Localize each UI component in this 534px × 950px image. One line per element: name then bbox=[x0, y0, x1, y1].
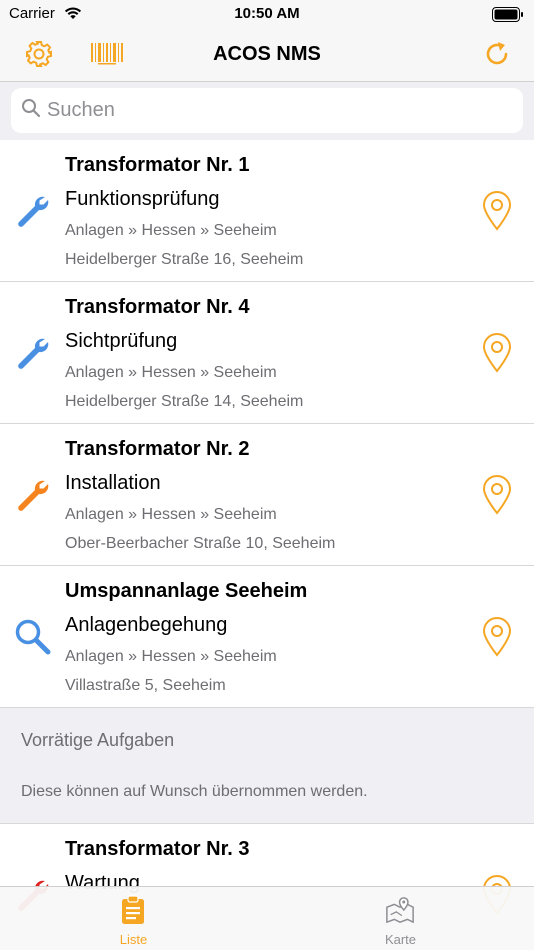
section-title: Vorrätige Aufgaben bbox=[21, 730, 175, 750]
location-pin-icon[interactable] bbox=[480, 331, 514, 375]
magnifier-icon bbox=[14, 618, 52, 656]
list-item[interactable]: Umspannanlage Seeheim Anlagenbegehung An… bbox=[0, 566, 534, 708]
item-title: Transformator Nr. 4 bbox=[65, 296, 250, 318]
search-bar bbox=[0, 82, 534, 140]
item-task: Installation bbox=[65, 472, 161, 494]
item-title: Transformator Nr. 3 bbox=[65, 838, 250, 860]
list-item[interactable]: Transformator Nr. 2 Installation Anlagen… bbox=[0, 424, 534, 566]
refresh-button[interactable] bbox=[480, 39, 514, 73]
location-pin-icon[interactable] bbox=[480, 473, 514, 517]
search-field[interactable] bbox=[11, 88, 523, 133]
status-bar: Carrier 10:50 AM bbox=[0, 0, 534, 30]
item-address: Villastraße 5, Seeheim bbox=[65, 677, 226, 694]
item-title: Transformator Nr. 2 bbox=[65, 438, 250, 460]
item-title: Umspannanlage Seeheim bbox=[65, 580, 308, 602]
search-input[interactable] bbox=[47, 99, 507, 122]
item-path: Anlagen » Hessen » Seeheim bbox=[65, 222, 277, 239]
clock: 10:50 AM bbox=[234, 5, 300, 22]
wrench-icon bbox=[14, 476, 52, 514]
task-list: Transformator Nr. 1 Funktionsprüfung Anl… bbox=[0, 140, 534, 950]
item-address: Ober-Beerbacher Straße 10, Seeheim bbox=[65, 535, 336, 552]
item-task: Sichtprüfung bbox=[65, 330, 178, 352]
item-path: Anlagen » Hessen » Seeheim bbox=[65, 364, 277, 381]
map-icon bbox=[385, 895, 415, 925]
tab-label: Liste bbox=[119, 932, 148, 947]
section-note: Diese können auf Wunsch übernommen werde… bbox=[21, 783, 368, 800]
tab-bar: Liste Karte bbox=[0, 886, 534, 950]
battery-icon bbox=[492, 7, 524, 27]
list-item[interactable]: Transformator Nr. 4 Sichtprüfung Anlagen… bbox=[0, 282, 534, 424]
clipboard-icon bbox=[118, 895, 148, 925]
location-pin-icon[interactable] bbox=[480, 189, 514, 233]
wrench-icon bbox=[14, 334, 52, 372]
item-title: Transformator Nr. 1 bbox=[65, 154, 250, 176]
location-pin-icon[interactable] bbox=[480, 615, 514, 659]
item-task: Anlagenbegehung bbox=[65, 614, 228, 636]
search-icon bbox=[21, 98, 41, 123]
tab-label: Karte bbox=[384, 932, 417, 947]
wrench-icon bbox=[14, 192, 52, 230]
section-header: Vorrätige Aufgaben Diese können auf Wuns… bbox=[0, 708, 534, 824]
item-task: Funktionsprüfung bbox=[65, 188, 220, 210]
item-address: Heidelberger Straße 16, Seeheim bbox=[65, 251, 304, 268]
navigation-bar: ACOS NMS bbox=[0, 30, 534, 82]
item-path: Anlagen » Hessen » Seeheim bbox=[65, 506, 277, 523]
tab-liste[interactable]: Liste bbox=[0, 887, 267, 950]
list-item[interactable]: Transformator Nr. 1 Funktionsprüfung Anl… bbox=[0, 140, 534, 282]
item-address: Heidelberger Straße 14, Seeheim bbox=[65, 393, 304, 410]
item-path: Anlagen » Hessen » Seeheim bbox=[65, 648, 277, 665]
page-title: ACOS NMS bbox=[213, 43, 321, 65]
refresh-icon bbox=[483, 40, 511, 73]
tab-karte[interactable]: Karte bbox=[267, 887, 534, 950]
